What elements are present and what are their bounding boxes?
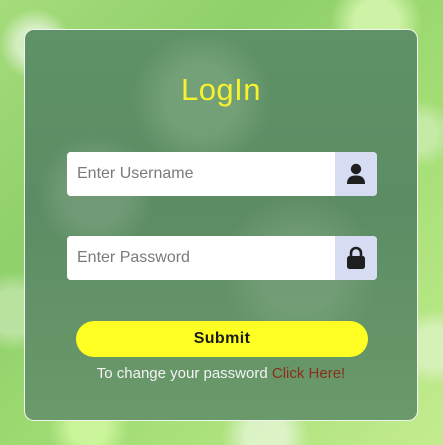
lock-icon [347, 246, 365, 269]
login-title: LogIn [180, 72, 262, 107]
password-input[interactable] [67, 236, 335, 280]
change-password-note: To change your password Click Here! [25, 365, 417, 383]
user-icon [347, 163, 365, 184]
login-card: LogIn Submit To change your password Cli… [24, 29, 418, 421]
password-field-group [67, 236, 377, 280]
change-password-text: To change your password [96, 365, 268, 382]
password-addon [335, 236, 377, 280]
username-field-group [67, 152, 377, 196]
username-addon [335, 152, 377, 196]
change-password-link[interactable]: Click Here! [272, 365, 345, 382]
submit-button[interactable]: Submit [76, 321, 368, 357]
username-input[interactable] [67, 152, 335, 196]
